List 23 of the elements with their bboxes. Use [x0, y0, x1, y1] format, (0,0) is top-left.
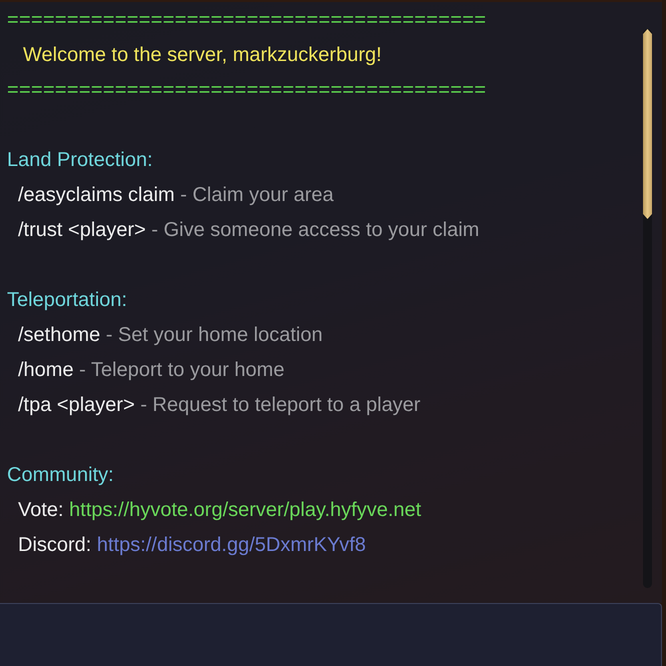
command-description: - Give someone access to your claim [151, 219, 480, 241]
command-description: - Set your home location [106, 324, 323, 346]
link-url[interactable]: https://hyvote.org/server/play.hyfyve.net [69, 499, 422, 521]
link-label: Vote: [18, 499, 64, 521]
command-name: /tpa <player> [18, 394, 135, 416]
command-name: /sethome [18, 324, 100, 346]
link-label: Discord: [18, 534, 92, 556]
divider-rule-text: ======================================== [7, 79, 486, 101]
divider-rule-text: ======================================== [7, 9, 486, 31]
command-name: /trust <player> [18, 219, 146, 241]
link-url[interactable]: https://discord.gg/5DxmrKYvf8 [96, 534, 366, 556]
chat-input-field[interactable] [0, 603, 662, 666]
scrollbar-thumb[interactable] [643, 29, 652, 219]
command-description: - Claim your area [180, 184, 334, 206]
command-description: - Request to teleport to a player [140, 394, 420, 416]
command-description: - Teleport to your home [79, 359, 284, 381]
command-name: /easyclaims claim [18, 184, 175, 206]
section-heading: Community: [7, 464, 114, 486]
scrollbar-track[interactable] [643, 29, 652, 588]
section-heading: Land Protection: [7, 149, 153, 171]
welcome-message: Welcome to the server, markzuckerburg! [23, 44, 382, 66]
section-heading: Teleportation: [7, 289, 128, 311]
command-name: /home [18, 359, 74, 381]
